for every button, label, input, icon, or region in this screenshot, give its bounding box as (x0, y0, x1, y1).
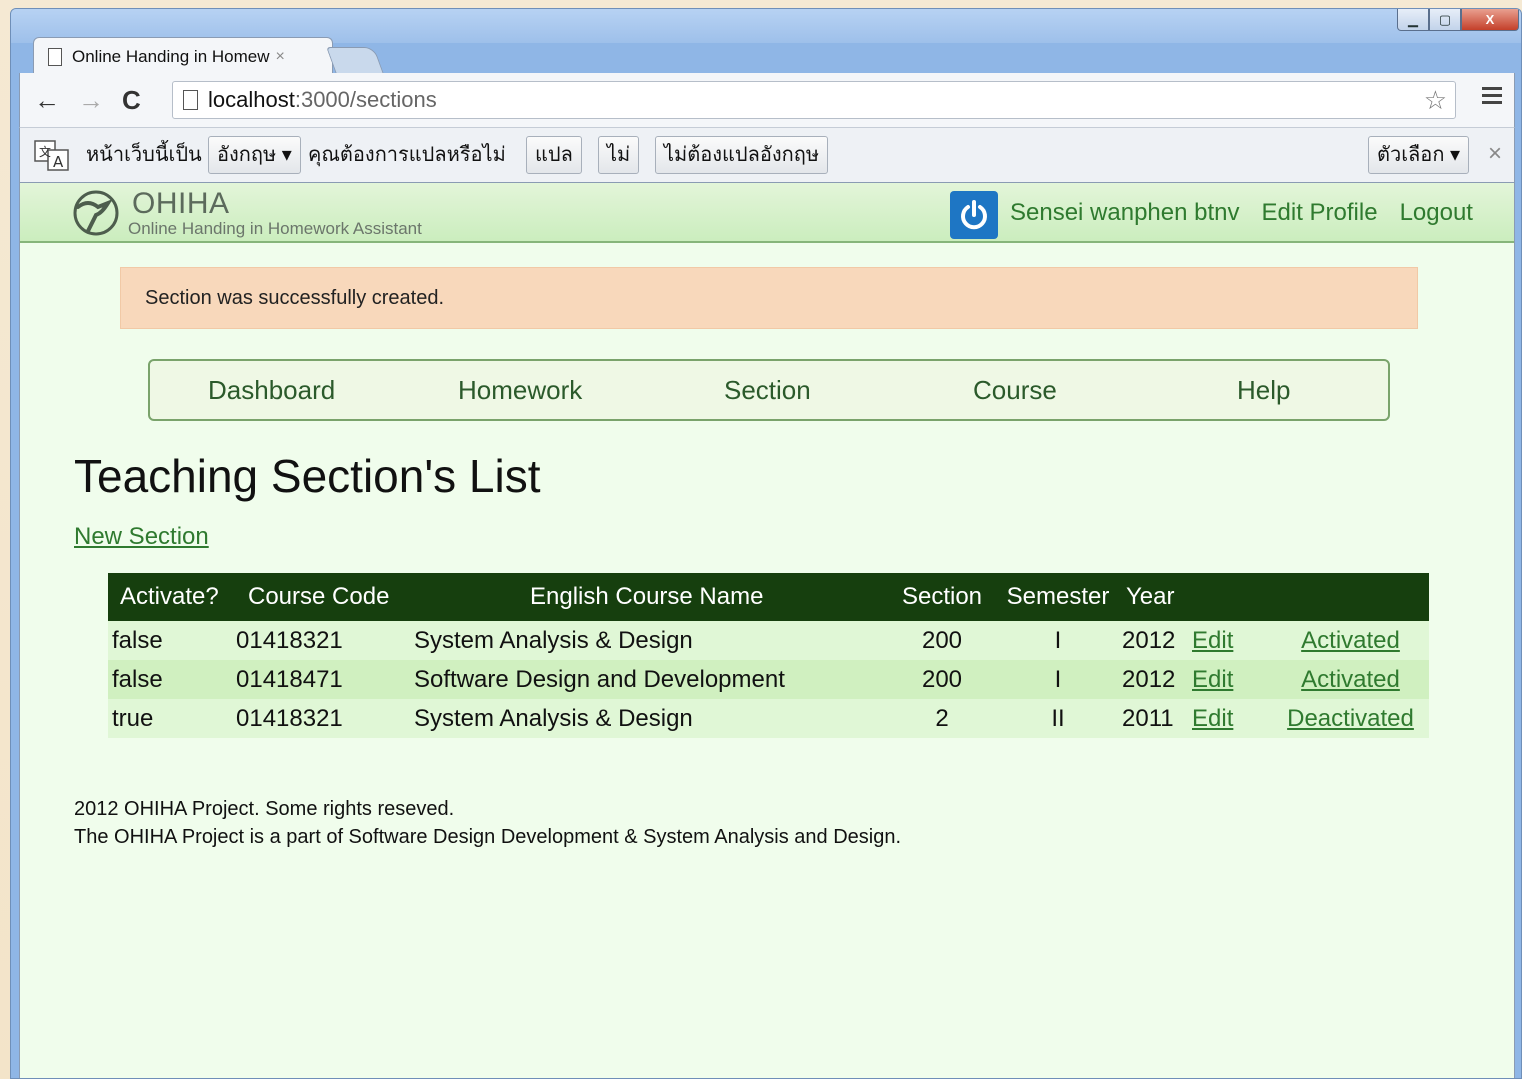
power-icon[interactable] (950, 191, 998, 239)
status-toggle-link[interactable]: Activated (1301, 627, 1400, 654)
status-toggle-link[interactable]: Activated (1301, 666, 1400, 693)
minimize-button[interactable]: ▁ (1397, 9, 1429, 31)
back-arrow-icon[interactable]: ← (34, 87, 60, 113)
cell-year: 2011 (1122, 699, 1192, 738)
edit-profile-link[interactable]: Edit Profile (1262, 199, 1378, 227)
translate-question: คุณต้องการแปลหรือไม่ (308, 144, 506, 166)
footer-copyright: 2012 OHIHA Project. Some rights reseved. (74, 798, 455, 820)
cell-activate: false (108, 621, 236, 660)
header-edit (1192, 573, 1272, 621)
edit-link[interactable]: Edit (1192, 627, 1233, 654)
status-toggle-link[interactable]: Deactivated (1287, 705, 1414, 732)
header-semester: Semester (994, 573, 1122, 621)
cell-year: 2012 (1122, 621, 1192, 660)
cell-course-code: 01418321 (236, 621, 414, 660)
nav-dashboard[interactable]: Dashboard (208, 361, 335, 419)
main-navigation: Dashboard Homework Section Course Help (148, 359, 1390, 421)
user-name-link[interactable]: Sensei wanphen btnv (1010, 199, 1240, 227)
close-translate-bar-icon[interactable]: × (1488, 140, 1502, 168)
chrome-menu-icon[interactable] (1482, 87, 1502, 108)
table-header-row: Activate? Course Code English Course Nam… (108, 573, 1429, 621)
tab-title: Online Handing in Homew (72, 46, 270, 66)
header-section: Section (890, 573, 994, 621)
url-host: localhost (208, 87, 295, 112)
flash-notice: Section was successfully created. (120, 267, 1418, 329)
footer-description: The OHIHA Project is a part of Software … (74, 826, 902, 848)
new-section-link[interactable]: New Section (74, 523, 209, 551)
cell-section: 200 (890, 660, 994, 699)
translate-options-button[interactable]: ตัวเลือก ▾ (1368, 136, 1470, 174)
cell-semester: I (994, 621, 1122, 660)
new-tab-button[interactable] (326, 47, 384, 74)
translate-prompt-label: หน้าเว็บนี้เป็น (86, 144, 202, 166)
sections-table: Activate? Course Code English Course Nam… (108, 573, 1429, 738)
edit-link[interactable]: Edit (1192, 705, 1233, 732)
header-course-code: Course Code (236, 573, 414, 621)
never-translate-button[interactable]: ไม่ต้องแปลอังกฤษ (655, 136, 829, 174)
logo-subtitle: Online Handing in Homework Assistant (128, 219, 422, 238)
logo-title: OHIHA (132, 187, 230, 220)
bookmark-star-icon[interactable]: ☆ (1424, 85, 1447, 116)
translate-button[interactable]: แปล (526, 136, 582, 174)
translate-bar: 文 A หน้าเว็บนี้เป็น อังกฤษ ▾ คุณต้องการแ… (19, 127, 1515, 183)
cell-course-code: 01418321 (236, 699, 414, 738)
cell-course-name: System Analysis & Design (414, 699, 890, 738)
cell-year: 2012 (1122, 660, 1192, 699)
page-icon (183, 90, 198, 110)
language-select[interactable]: อังกฤษ ▾ (208, 136, 301, 174)
svg-text:A: A (53, 153, 64, 171)
svg-text:文: 文 (39, 144, 51, 159)
browser-toolbar: ← → C localhost:3000/sections ☆ (19, 73, 1515, 127)
browser-window: ▁ ▢ X Online Handing in Homew × ← → C lo… (10, 8, 1522, 1079)
cell-course-code: 01418471 (236, 660, 414, 699)
logout-link[interactable]: Logout (1400, 199, 1473, 227)
nav-help[interactable]: Help (1237, 361, 1290, 419)
page-icon (48, 47, 62, 66)
table-row: true 01418321 System Analysis & Design 2… (108, 699, 1429, 738)
cell-semester: II (994, 699, 1122, 738)
header-year: Year (1122, 573, 1192, 621)
nav-section[interactable]: Section (724, 361, 811, 419)
header-status (1272, 573, 1429, 621)
translate-icon: 文 A (34, 140, 69, 171)
nav-homework[interactable]: Homework (458, 361, 582, 419)
edit-link[interactable]: Edit (1192, 666, 1233, 693)
header-activate: Activate? (108, 573, 236, 621)
page-footer: 2012 OHIHA Project. Some rights reseved.… (74, 795, 901, 851)
cell-section: 2 (890, 699, 994, 738)
cell-section: 200 (890, 621, 994, 660)
cell-course-name: System Analysis & Design (414, 621, 890, 660)
app-header: OHIHA Online Handing in Homework Assista… (20, 183, 1514, 243)
reload-icon[interactable]: C (122, 87, 141, 113)
cell-course-name: Software Design and Development (414, 660, 890, 699)
user-links: Sensei wanphen btnv Edit Profile Logout (1010, 199, 1473, 227)
page-title: Teaching Section's List (74, 450, 541, 502)
web-page: OHIHA Online Handing in Homework Assista… (19, 183, 1515, 1078)
header-course-name: English Course Name (414, 573, 890, 621)
cell-semester: I (994, 660, 1122, 699)
forward-arrow-icon[interactable]: → (78, 87, 104, 113)
close-window-button[interactable]: X (1461, 9, 1519, 31)
nav-course[interactable]: Course (973, 361, 1057, 419)
url-path: :3000/sections (294, 87, 437, 112)
ohiha-logo-icon (73, 190, 119, 236)
browser-tab[interactable]: Online Handing in Homew × (33, 37, 333, 75)
address-bar[interactable]: localhost:3000/sections ☆ (172, 81, 1456, 119)
no-translate-button[interactable]: ไม่ (598, 136, 640, 174)
maximize-button[interactable]: ▢ (1429, 9, 1461, 31)
table-row: false 01418471 Software Design and Devel… (108, 660, 1429, 699)
window-controls: ▁ ▢ X (1397, 9, 1519, 31)
cell-activate: false (108, 660, 236, 699)
table-row: false 01418321 System Analysis & Design … (108, 621, 1429, 660)
cell-activate: true (108, 699, 236, 738)
tab-close-icon[interactable]: × (276, 48, 285, 66)
